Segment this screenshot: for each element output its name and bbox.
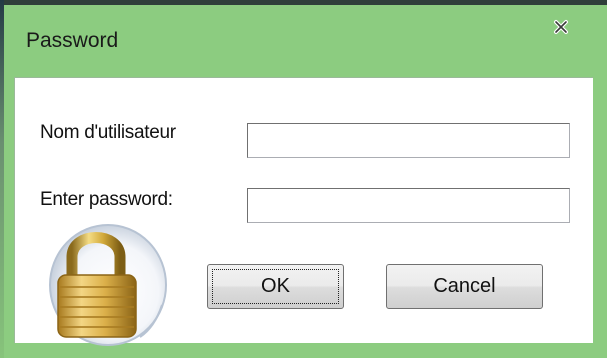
padlock-icon	[40, 217, 170, 347]
password-label: Enter password:	[40, 189, 173, 210]
password-field[interactable]	[247, 188, 570, 223]
username-label: Nom d'utilisateur	[40, 122, 176, 143]
close-button[interactable]	[544, 13, 578, 43]
close-icon	[544, 13, 578, 43]
title-bar[interactable]: Password	[4, 5, 607, 75]
dialog-client-area: Nom d'utilisateur Enter password: OK Can…	[14, 77, 593, 346]
username-field[interactable]	[247, 123, 570, 158]
cancel-button[interactable]: Cancel	[386, 264, 543, 309]
focus-rectangle	[212, 269, 339, 304]
cancel-button-label: Cancel	[433, 275, 496, 297]
password-dialog: Password Nom d'utilisateur Enter passwor…	[0, 0, 607, 358]
ok-button[interactable]: OK	[207, 264, 344, 309]
window-title: Password	[26, 29, 119, 52]
